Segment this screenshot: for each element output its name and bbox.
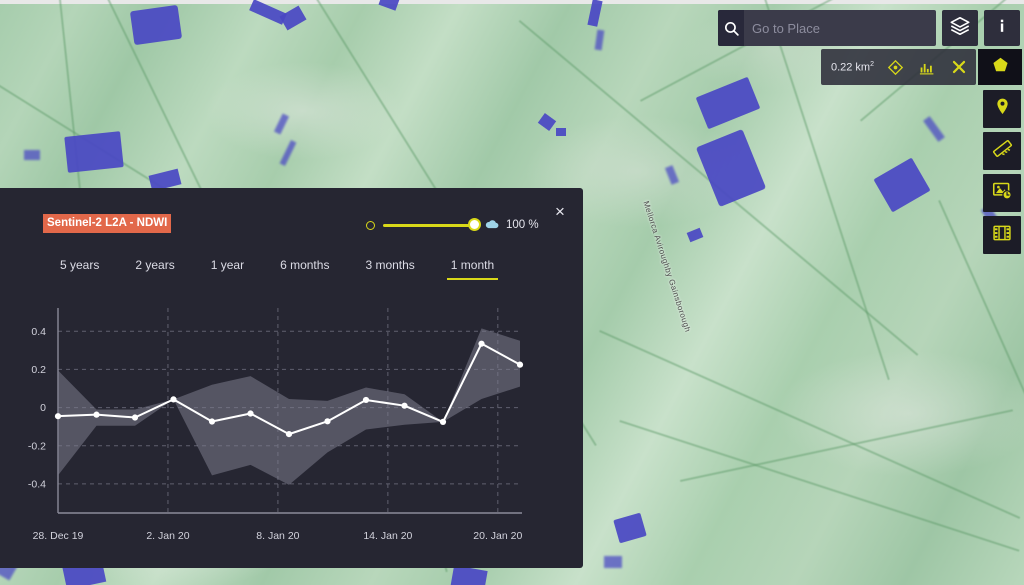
data-point[interactable] bbox=[324, 418, 331, 425]
layers-button[interactable] bbox=[942, 10, 978, 46]
data-point[interactable] bbox=[208, 418, 216, 425]
ruler-icon bbox=[992, 138, 1013, 164]
data-point[interactable] bbox=[93, 411, 100, 418]
data-point[interactable] bbox=[362, 396, 370, 404]
tab-1-month[interactable]: 1 month bbox=[446, 258, 499, 280]
data-point[interactable] bbox=[247, 410, 254, 417]
tab-2-years[interactable]: 2 years bbox=[135, 258, 174, 280]
tab-6-months[interactable]: 6 months bbox=[280, 258, 329, 280]
data-point[interactable] bbox=[478, 340, 485, 347]
timelapse-tool[interactable] bbox=[983, 174, 1021, 212]
y-axis-tick-label: -0.2 bbox=[28, 440, 46, 452]
panel-header: Sentinel-2 L2A - NDWI 100 % bbox=[0, 214, 583, 238]
timeline-chart-panel: × Sentinel-2 L2A - NDWI 100 % 5 years 2 … bbox=[0, 188, 583, 568]
image-clock-icon bbox=[992, 180, 1013, 206]
x-axis-tick-label: 2. Jan 20 bbox=[146, 530, 189, 542]
x-axis-tick-label: 20. Jan 20 bbox=[473, 530, 522, 542]
tab-3-months[interactable]: 3 months bbox=[365, 258, 414, 280]
data-point[interactable] bbox=[516, 361, 524, 368]
crosshair-diamond-icon[interactable] bbox=[884, 56, 906, 78]
aoi-toolbar: 0.22 km2 bbox=[820, 49, 976, 85]
cloud-coverage-slider[interactable] bbox=[383, 218, 481, 231]
cloud-coverage-control: 100 % bbox=[366, 216, 539, 234]
draw-polygon-button[interactable] bbox=[978, 49, 1022, 85]
data-point[interactable] bbox=[170, 396, 177, 403]
search-input[interactable] bbox=[744, 10, 936, 46]
data-point[interactable] bbox=[54, 413, 62, 420]
search-bar[interactable] bbox=[718, 10, 936, 46]
tab-1-year[interactable]: 1 year bbox=[211, 258, 244, 280]
data-point[interactable] bbox=[401, 402, 408, 409]
cloud-icon bbox=[485, 216, 499, 234]
y-axis-tick-label: -0.4 bbox=[28, 479, 46, 491]
x-axis-tick-label: 14. Jan 20 bbox=[363, 530, 412, 542]
info-icon bbox=[992, 16, 1012, 41]
map-tools-toolbar bbox=[983, 90, 1021, 254]
search-icon[interactable] bbox=[718, 10, 744, 46]
map-pin-icon bbox=[993, 97, 1012, 121]
ndwi-timeline-chart[interactable]: 0.4 0.2 0 -0.2 -0.4 28. Dec 19 2. Jan 20 8. Jan… bbox=[0, 298, 583, 548]
y-axis-tick-label: 0.2 bbox=[31, 364, 46, 376]
layers-icon bbox=[949, 15, 971, 42]
x-axis-tick-label: 28. Dec 19 bbox=[33, 530, 84, 542]
x-axis-tick-label: 8. Jan 20 bbox=[256, 530, 299, 542]
aoi-area-label: 0.22 km2 bbox=[830, 60, 874, 74]
y-axis-tick-label: 0 bbox=[40, 402, 46, 414]
chart-svg: 0.4 0.2 0 -0.2 -0.4 28. Dec 19 2. Jan 20 8. Jan… bbox=[28, 308, 524, 542]
cloud-coverage-value: 100 % bbox=[506, 219, 539, 231]
video-tool[interactable] bbox=[983, 216, 1021, 254]
data-point[interactable] bbox=[285, 431, 293, 438]
time-range-tabs: 5 years 2 years 1 year 6 months 3 months… bbox=[0, 258, 583, 280]
info-button[interactable] bbox=[984, 10, 1020, 46]
close-x-icon[interactable] bbox=[948, 56, 970, 78]
data-point[interactable] bbox=[439, 418, 447, 426]
eo-browser-app: Mellorca Aviroughby Gainsborough Go to P… bbox=[0, 0, 1024, 585]
sun-icon bbox=[366, 220, 375, 230]
marker-tool[interactable] bbox=[983, 90, 1021, 128]
tab-5-years[interactable]: 5 years bbox=[60, 258, 99, 280]
layer-title-badge: Sentinel-2 L2A - NDWI bbox=[43, 214, 172, 234]
cloud-coverage-slider-knob[interactable] bbox=[468, 218, 481, 231]
data-point[interactable] bbox=[131, 414, 139, 421]
y-axis-tick-label: 0.4 bbox=[31, 326, 46, 338]
film-strip-icon bbox=[992, 223, 1012, 248]
measure-tool[interactable] bbox=[983, 132, 1021, 170]
pentagon-icon bbox=[992, 56, 1009, 78]
bar-chart-icon[interactable] bbox=[916, 56, 938, 78]
